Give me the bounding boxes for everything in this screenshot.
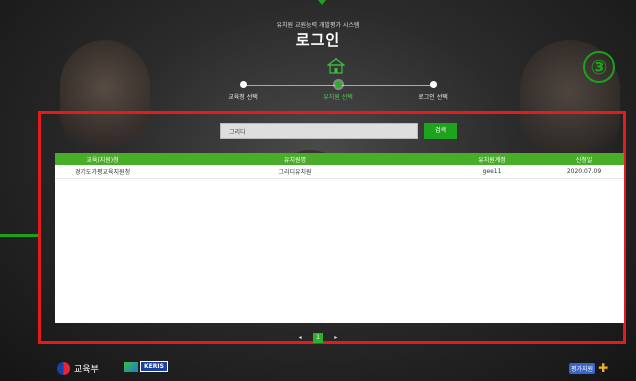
- search-button[interactable]: 검색: [424, 123, 457, 139]
- system-subtitle: 유치원 교원능력 개발평가 시스템: [276, 22, 360, 29]
- evaluation-support-logo: 평가지원 ✚: [569, 361, 608, 375]
- step-dot: [429, 81, 437, 88]
- step-label: 유치원 선택: [323, 94, 353, 101]
- keris-logo: KERIS: [124, 360, 168, 373]
- next-page-button[interactable]: ▸: [331, 333, 341, 343]
- column-header-kindergarten: 유치원명: [283, 156, 307, 164]
- step-label: 로그인 선택: [418, 94, 448, 101]
- school-icon: [327, 58, 345, 74]
- search-input[interactable]: [220, 123, 418, 139]
- page-1-button[interactable]: 1: [313, 333, 323, 343]
- cell-office: 경기도가평교육지원청: [74, 169, 131, 176]
- top-arrow-indicator: [318, 0, 326, 5]
- page-title: 로그인: [295, 31, 341, 49]
- column-header-date: 신청일: [575, 156, 593, 164]
- step-dot: [334, 81, 342, 88]
- table-row[interactable]: 경기도가평교육지원청 그리디유치원 gee11 2020.07.09: [55, 165, 624, 179]
- step-kindergarten-select: 유치원 선택: [298, 81, 378, 101]
- moe-logo: 교육부: [57, 362, 99, 375]
- pagination: ◂ 1 ▸: [0, 333, 636, 343]
- cell-date: 2020.07.09: [566, 168, 602, 175]
- evaluation-support-label: 평가지원: [569, 362, 596, 374]
- kindergarten-table: 교육(지원)청 유치원명 유치원계정 신청일 경기도가평교육지원청 그리디유치원…: [55, 153, 624, 323]
- moe-label: 교육부: [74, 365, 99, 375]
- keris-label: KERIS: [140, 361, 168, 372]
- plus-icon: ✚: [598, 361, 609, 375]
- step-label: 교육청 선택: [228, 94, 258, 101]
- cell-kindergarten: 그리디유치원: [278, 169, 312, 176]
- step-dot: [239, 81, 247, 88]
- step-office-select: 교육청 선택: [203, 81, 283, 101]
- keris-flag-icon: [124, 361, 138, 372]
- moe-emblem-icon: [57, 362, 70, 375]
- column-header-account: 유치원계정: [478, 156, 506, 164]
- cell-account: gee11: [482, 168, 502, 175]
- step-number-badge: ③: [583, 51, 615, 83]
- step-login-select: 로그인 선택: [393, 81, 473, 101]
- callout-connector-line: [0, 234, 38, 237]
- column-header-office: 교육(지원)청: [86, 156, 119, 164]
- table-header: 교육(지원)청 유치원명 유치원계정 신청일: [55, 153, 624, 165]
- prev-page-button[interactable]: ◂: [295, 333, 305, 343]
